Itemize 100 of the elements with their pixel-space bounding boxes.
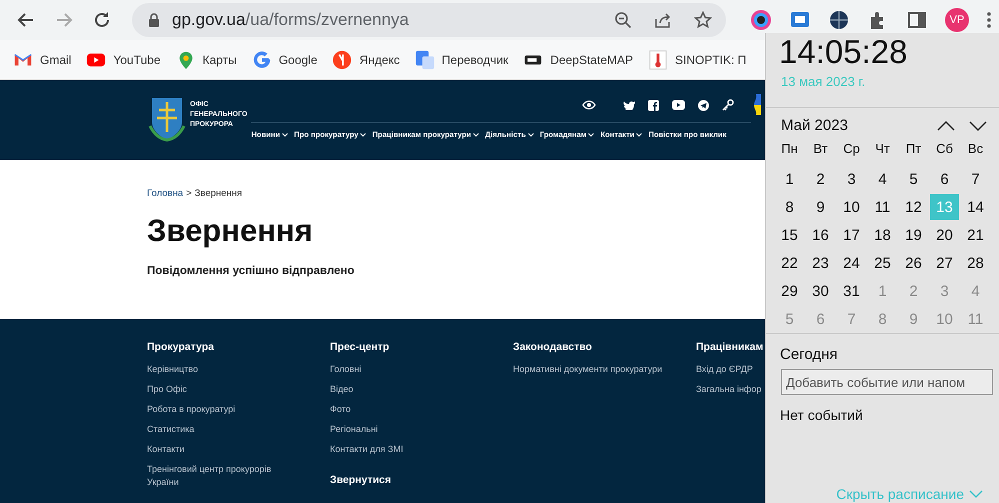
calendar-day[interactable]: 3: [837, 166, 866, 192]
bookmark[interactable]: DeepStateMAP: [523, 50, 633, 70]
video-play-icon[interactable]: [672, 100, 686, 110]
weekday-label: Сб: [935, 140, 954, 158]
success-message: Повідомлення успішно відправлено: [147, 265, 356, 277]
calendar-day[interactable]: 28: [961, 250, 990, 276]
footer-heading[interactable]: Прес-центр: [330, 341, 513, 353]
g-logo-icon: [252, 50, 272, 70]
calendar-day[interactable]: 19: [899, 222, 928, 248]
calendar-day[interactable]: 2: [806, 166, 835, 192]
profile-avatar[interactable]: VP: [945, 8, 969, 32]
calendar-day[interactable]: 25: [868, 250, 897, 276]
share-icon[interactable]: [654, 11, 672, 29]
footer-link[interactable]: Тренінговий центр прокурорів України: [147, 463, 297, 489]
chevron-down-icon: [360, 132, 366, 136]
footer-link[interactable]: Робота в прокуратурі: [147, 403, 297, 416]
footer-link[interactable]: Про Офіс: [147, 383, 297, 396]
page-title: Звернення: [147, 213, 314, 249]
lock-icon: [148, 13, 160, 27]
breadcrumb-current: Звернення: [194, 188, 242, 199]
side-panel-icon[interactable]: [906, 9, 928, 31]
zoom-out-icon[interactable]: [614, 11, 632, 29]
footer-link[interactable]: Статистика: [147, 423, 297, 436]
breadcrumb-link[interactable]: Головна: [147, 188, 184, 199]
calendar-day[interactable]: 23: [806, 250, 835, 276]
footer-link[interactable]: Відео: [330, 383, 480, 396]
url-text: gp.gov.ua/ua/forms/zvernennya: [172, 10, 409, 30]
no-events-text: Нет событий: [779, 407, 864, 423]
calendar-day[interactable]: 10: [837, 194, 866, 220]
calendar-day[interactable]: 14: [961, 194, 990, 220]
flag-icon: [753, 94, 762, 116]
footer-link[interactable]: Регіональні: [330, 423, 480, 436]
bookmark[interactable]: Переводчик: [414, 50, 508, 70]
calendar-day[interactable]: 17: [837, 222, 866, 248]
calendar-day[interactable]: 9: [806, 194, 835, 220]
facebook-icon[interactable]: [648, 100, 660, 110]
calendar-day[interactable]: 15: [775, 222, 804, 248]
calendar-day[interactable]: 5: [899, 166, 928, 192]
calendar-day[interactable]: 24: [837, 250, 866, 276]
calendar-day[interactable]: 18: [868, 222, 897, 248]
bird-icon[interactable]: [623, 100, 636, 110]
footer-heading[interactable]: Працівникам: [696, 341, 765, 353]
bookmark[interactable]: Gmail: [13, 50, 72, 70]
emblem-icon[interactable]: [148, 96, 186, 142]
paper-plane-icon[interactable]: [698, 100, 710, 110]
footer-link[interactable]: Загальна інфор: [696, 383, 765, 396]
calendar-day[interactable]: 6: [930, 166, 959, 192]
reload-icon[interactable]: [92, 10, 112, 30]
event-input[interactable]: Добавить событие или напом: [781, 369, 993, 395]
bookmark[interactable]: SINOPTIK: П: [648, 50, 746, 70]
calendar-day[interactable]: 20: [930, 222, 959, 248]
chevron-down-icon: [473, 132, 480, 136]
calendar-day[interactable]: 12: [899, 194, 928, 220]
calendar-day[interactable]: 4: [868, 166, 897, 192]
chevron-down-icon: [588, 132, 594, 136]
calendar-day[interactable]: 7: [961, 166, 990, 192]
translate-icon: [414, 50, 435, 70]
key-icon[interactable]: [722, 99, 734, 111]
calendar-day[interactable]: 11: [868, 194, 897, 220]
calendar-day[interactable]: 30: [806, 278, 835, 304]
footer-heading[interactable]: Законодавство: [513, 341, 696, 353]
thermometer-icon: [648, 50, 668, 70]
calendar-day[interactable]: 31: [837, 278, 866, 304]
globe-icon[interactable]: [828, 9, 850, 31]
footer-link[interactable]: Керівництво: [147, 363, 297, 376]
menu-icon[interactable]: [986, 10, 992, 30]
footer-heading[interactable]: Прокуратура: [147, 341, 330, 353]
bookmark[interactable]: Google: [252, 50, 318, 70]
chevron-down-icon[interactable]: [969, 120, 987, 130]
weekday-label: Чт: [874, 140, 891, 158]
calendar-day[interactable]: 16: [806, 222, 835, 248]
address-bar[interactable]: gp.gov.ua/ua/forms/zvernennya: [132, 3, 726, 37]
footer-link[interactable]: Головні: [330, 363, 480, 376]
bookmark[interactable]: Яндекс: [332, 50, 400, 70]
extension-icon[interactable]: [750, 9, 772, 31]
weekday-label: Пн: [780, 140, 799, 158]
footer-link[interactable]: Контакти для ЗМІ: [330, 443, 480, 456]
calendar-day[interactable]: 22: [775, 250, 804, 276]
calendar-day[interactable]: 21: [961, 222, 990, 248]
calendar-day[interactable]: 27: [930, 250, 959, 276]
footer-link[interactable]: Вхід до ЄРДР: [696, 363, 765, 376]
chevron-down-icon: [282, 132, 288, 136]
calendar-day[interactable]: 26: [899, 250, 928, 276]
footer-link[interactable]: Нормативні документи прокуратури: [513, 363, 663, 376]
chevron-up-icon[interactable]: [937, 120, 955, 130]
chevron-down-icon: [528, 132, 534, 136]
calendar-day[interactable]: 29: [775, 278, 804, 304]
month-label[interactable]: Май 2023: [781, 117, 923, 134]
eye-icon[interactable]: [582, 100, 596, 110]
calendar-day[interactable]: 1: [775, 166, 804, 192]
footer-link[interactable]: Фото: [330, 403, 480, 416]
footer-link[interactable]: Контакти: [147, 443, 297, 456]
footer-heading[interactable]: Звернутися: [330, 474, 513, 486]
circle-logo-icon: [332, 50, 352, 70]
bookmark[interactable]: Карты: [176, 50, 237, 70]
bookmark[interactable]: YouTube: [86, 50, 160, 70]
weekday-label: Вс: [966, 140, 984, 158]
calendar-day[interactable]: 8: [775, 194, 804, 220]
star-icon[interactable]: [694, 11, 712, 29]
agenda-heading: Сегодня: [779, 346, 838, 363]
